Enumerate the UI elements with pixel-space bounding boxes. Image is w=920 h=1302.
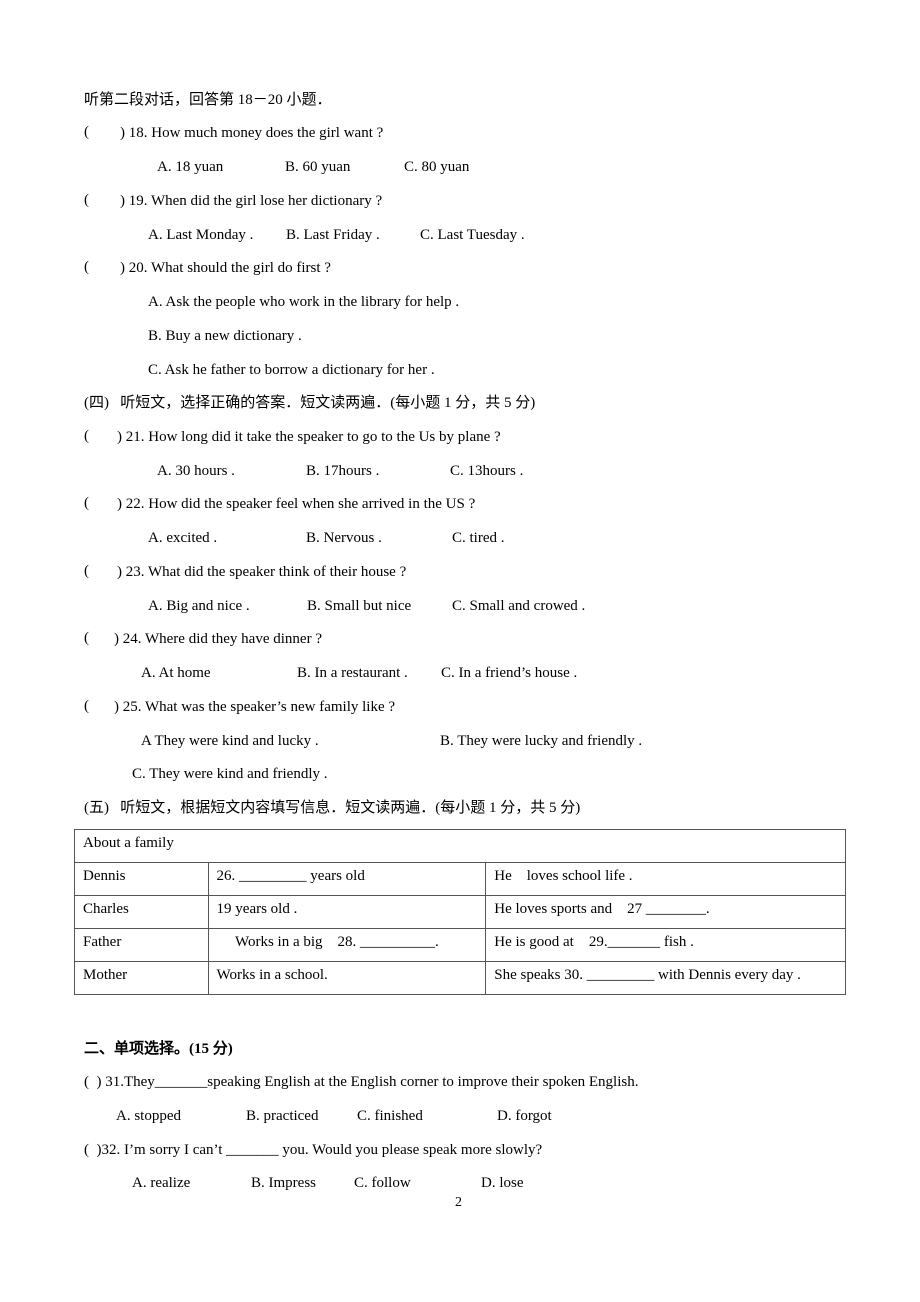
q23-option-a: A. Big and nice . [148, 598, 250, 614]
section-3-header: 听第二段对话，回答第 18－20 小题． [84, 92, 332, 108]
q22-option-b: B. Nervous . [306, 530, 382, 546]
q19-option-a: A. Last Monday . [148, 227, 254, 243]
q31-option-b: B. practiced [246, 1108, 319, 1124]
table-row: Charles 19 years old . He loves sports a… [74, 895, 846, 929]
answer-paren: ( [84, 563, 89, 579]
table-cell-name: Mother [74, 961, 209, 995]
table-row: Mother Works in a school. She speaks 30.… [74, 961, 846, 995]
table-cell-fill-30[interactable]: She speaks 30. _________ with Dennis eve… [485, 961, 846, 995]
q21-option-b: B. 17hours . [306, 463, 380, 479]
table-title: About a family [74, 829, 846, 863]
table-cell-name: Father [74, 928, 209, 962]
table-cell-fill-26[interactable]: 26. _________ years old [207, 862, 487, 896]
question-31: ( ) 31.They_______speaking English at th… [84, 1074, 639, 1090]
q21-option-c: C. 13hours . [450, 463, 524, 479]
question-32: ( )32. I’m sorry I can’t _______ you. Wo… [84, 1142, 543, 1158]
table-cell-name: Charles [74, 895, 209, 929]
q22-option-c: C. tired . [452, 530, 505, 546]
family-info-table: About a family Dennis 26. _________ year… [74, 829, 846, 995]
q23-option-b: B. Small but nice [307, 598, 412, 614]
table-cell-fill-29[interactable]: He is good at 29._______ fish . [485, 928, 846, 962]
q21-option-a: A. 30 hours . [157, 463, 235, 479]
q24-option-c: C. In a friend’s house . [441, 665, 578, 681]
q32-option-d: D. lose [481, 1175, 524, 1191]
table-row: Dennis 26. _________ years old He loves … [74, 862, 846, 896]
q24-option-a: A. At home [141, 665, 211, 681]
q31-option-a: A. stopped [116, 1108, 181, 1124]
table-cell-fill-27[interactable]: He loves sports and 27 ________. [485, 895, 846, 929]
table-title-row: About a family [74, 829, 846, 863]
question-18: ) 18. How much money does the girl want … [120, 125, 384, 141]
question-20: ) 20. What should the girl do first ? [120, 260, 331, 276]
question-21: ) 21. How long did it take the speaker t… [117, 429, 501, 445]
q22-option-a: A. excited . [148, 530, 218, 546]
q20-option-b: B. Buy a new dictionary . [148, 328, 302, 344]
q18-option-a: A. 18 yuan [157, 159, 224, 175]
question-19: ) 19. When did the girl lose her diction… [120, 193, 383, 209]
part-2-header: 二、单项选择。(15 分) [84, 1041, 233, 1057]
q19-option-b: B. Last Friday . [286, 227, 380, 243]
table-cell-work: Works in a school. [207, 961, 487, 995]
page-number: 2 [455, 1195, 462, 1210]
q31-option-c: C. finished [357, 1108, 423, 1124]
table-cell-age: 19 years old . [207, 895, 487, 929]
q25-option-c: C. They were kind and friendly . [132, 766, 328, 782]
q18-option-c: C. 80 yuan [404, 159, 470, 175]
q20-option-a: A. Ask the people who work in the librar… [148, 294, 460, 310]
answer-paren: ( [84, 428, 89, 444]
table-cell-detail: He loves school life . [485, 862, 846, 896]
q32-option-c: C. follow [354, 1175, 411, 1191]
answer-paren: ( [84, 124, 89, 140]
question-22: ) 22. How did the speaker feel when she … [117, 496, 476, 512]
answer-paren: ( [84, 630, 89, 646]
question-23: ) 23. What did the speaker think of thei… [117, 564, 407, 580]
q32-option-b: B. Impress [251, 1175, 316, 1191]
section-5-header: (五) 听短文，根据短文内容填写信息．短文读两遍．(每小题 1 分，共 5 分) [84, 800, 581, 816]
table-cell-fill-28[interactable]: Works in a big 28. __________. [207, 928, 487, 962]
section-4-header: (四) 听短文，选择正确的答案．短文读两遍．(每小题 1 分，共 5 分) [84, 395, 536, 411]
q19-option-c: C. Last Tuesday . [420, 227, 525, 243]
q23-option-c: C. Small and crowed . [452, 598, 586, 614]
table-cell-name: Dennis [74, 862, 209, 896]
q25-option-a: A They were kind and lucky . [141, 733, 319, 749]
question-24: ) 24. Where did they have dinner ? [114, 631, 322, 647]
question-25: ) 25. What was the speaker’s new family … [114, 699, 396, 715]
table-row: Father Works in a big 28. __________. He… [74, 928, 846, 962]
answer-paren: ( [84, 192, 89, 208]
answer-paren: ( [84, 698, 89, 714]
q31-option-d: D. forgot [497, 1108, 552, 1124]
answer-paren: ( [84, 495, 89, 511]
q25-option-b: B. They were lucky and friendly . [440, 733, 643, 749]
q18-option-b: B. 60 yuan [285, 159, 351, 175]
q20-option-c: C. Ask he father to borrow a dictionary … [148, 362, 435, 378]
q32-option-a: A. realize [132, 1175, 191, 1191]
answer-paren: ( [84, 259, 89, 275]
q24-option-b: B. In a restaurant . [297, 665, 408, 681]
